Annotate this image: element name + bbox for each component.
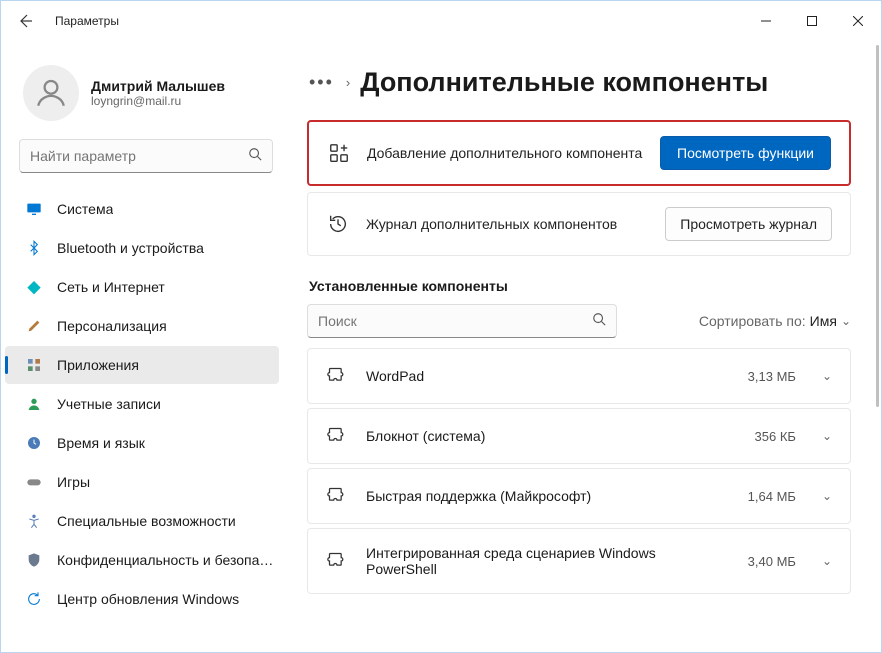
minimize-button[interactable] bbox=[743, 1, 789, 41]
main-pane: ••• › Дополнительные компоненты Добавлен… bbox=[291, 41, 881, 652]
display-icon bbox=[25, 200, 43, 218]
page-title: Дополнительные компоненты bbox=[360, 67, 768, 98]
titlebar: Параметры bbox=[1, 1, 881, 41]
feature-size: 3,40 МБ bbox=[748, 554, 796, 569]
feature-name: Быстрая поддержка (Майкрософт) bbox=[366, 488, 730, 504]
chevron-down-icon: ⌄ bbox=[822, 369, 832, 383]
nav-item-label: Приложения bbox=[57, 357, 139, 373]
view-history-button[interactable]: Просмотреть журнал bbox=[665, 207, 832, 241]
sort-dropdown[interactable]: Сортировать по: Имя ⌄ bbox=[699, 313, 851, 329]
breadcrumb-more[interactable]: ••• bbox=[307, 70, 336, 95]
installed-section-title: Установленные компоненты bbox=[309, 278, 851, 294]
feature-row[interactable]: Быстрая поддержка (Майкрософт) 1,64 МБ ⌄ bbox=[307, 468, 851, 524]
window-title: Параметры bbox=[55, 14, 119, 28]
feature-name: Интегрированная среда сценариев Windows … bbox=[366, 545, 730, 577]
add-feature-card: Добавление дополнительного компонента По… bbox=[307, 120, 851, 186]
nav-item-bluetooth[interactable]: Bluetooth и устройства bbox=[5, 229, 279, 267]
chevron-down-icon: ⌄ bbox=[822, 489, 832, 503]
nav-item-label: Специальные возможности bbox=[57, 513, 236, 529]
nav-item-gamepad[interactable]: Игры bbox=[5, 463, 279, 501]
nav-item-display[interactable]: Система bbox=[5, 190, 279, 228]
feature-size: 356 КБ bbox=[755, 429, 796, 444]
history-text: Журнал дополнительных компонентов bbox=[366, 215, 649, 234]
brush-icon bbox=[25, 317, 43, 335]
person-icon bbox=[25, 395, 43, 413]
nav-item-accessibility[interactable]: Специальные возможности bbox=[5, 502, 279, 540]
sidebar-search-input[interactable] bbox=[30, 148, 248, 164]
nav-list: Система Bluetooth и устройства Сеть и Инте… bbox=[1, 185, 291, 652]
nav-item-label: Bluetooth и устройства bbox=[57, 240, 204, 256]
sort-label: Сортировать по: bbox=[699, 313, 806, 329]
nav-item-label: Конфиденциальность и безопасность bbox=[57, 552, 279, 568]
update-icon bbox=[25, 590, 43, 608]
search-icon bbox=[592, 312, 606, 331]
nav-item-label: Персонализация bbox=[57, 318, 167, 334]
nav-item-wifi[interactable]: Сеть и Интернет bbox=[5, 268, 279, 306]
nav-item-update[interactable]: Центр обновления Windows bbox=[5, 580, 279, 618]
feature-size: 1,64 МБ bbox=[748, 489, 796, 504]
scrollbar-thumb[interactable] bbox=[876, 45, 879, 407]
feature-name: Блокнот (система) bbox=[366, 428, 737, 444]
nav-item-clock[interactable]: Время и язык bbox=[5, 424, 279, 462]
add-feature-text: Добавление дополнительного компонента bbox=[367, 144, 644, 163]
nav-item-label: Время и язык bbox=[57, 435, 145, 451]
nav-item-label: Центр обновления Windows bbox=[57, 591, 239, 607]
feature-row[interactable]: Блокнот (система) 356 КБ ⌄ bbox=[307, 408, 851, 464]
puzzle-icon bbox=[326, 425, 348, 447]
puzzle-icon bbox=[326, 485, 348, 507]
chevron-down-icon: ⌄ bbox=[841, 314, 851, 328]
feature-row[interactable]: WordPad 3,13 МБ ⌄ bbox=[307, 348, 851, 404]
nav-item-apps[interactable]: Приложения bbox=[5, 346, 279, 384]
chevron-down-icon: ⌄ bbox=[822, 429, 832, 443]
nav-item-label: Сеть и Интернет bbox=[57, 279, 165, 295]
feature-search[interactable] bbox=[307, 304, 617, 338]
apps-icon bbox=[25, 356, 43, 374]
chevron-down-icon: ⌄ bbox=[822, 554, 832, 568]
profile-name: Дмитрий Малышев bbox=[91, 78, 225, 94]
feature-row[interactable]: Интегрированная среда сценариев Windows … bbox=[307, 528, 851, 594]
bluetooth-icon bbox=[25, 239, 43, 257]
nav-item-label: Система bbox=[57, 201, 113, 217]
history-icon bbox=[326, 212, 350, 236]
accessibility-icon bbox=[25, 512, 43, 530]
sort-value: Имя bbox=[810, 313, 837, 329]
puzzle-icon bbox=[326, 365, 348, 387]
chevron-right-icon: › bbox=[346, 75, 350, 90]
profile-block[interactable]: Дмитрий Малышев loyngrin@mail.ru bbox=[1, 49, 291, 139]
back-button[interactable] bbox=[9, 5, 41, 37]
sidebar: Дмитрий Малышев loyngrin@mail.ru Система… bbox=[1, 41, 291, 652]
feature-size: 3,13 МБ bbox=[748, 369, 796, 384]
add-icon bbox=[327, 141, 351, 165]
profile-email: loyngrin@mail.ru bbox=[91, 94, 225, 108]
puzzle-icon bbox=[326, 550, 348, 572]
sidebar-search[interactable] bbox=[19, 139, 273, 173]
history-card: Журнал дополнительных компонентов Просмо… bbox=[307, 192, 851, 256]
search-icon bbox=[248, 147, 262, 166]
close-button[interactable] bbox=[835, 1, 881, 41]
feature-name: WordPad bbox=[366, 368, 730, 384]
nav-item-shield[interactable]: Конфиденциальность и безопасность bbox=[5, 541, 279, 579]
gamepad-icon bbox=[25, 473, 43, 491]
view-features-button[interactable]: Посмотреть функции bbox=[660, 136, 831, 170]
wifi-icon bbox=[25, 278, 43, 296]
shield-icon bbox=[25, 551, 43, 569]
nav-item-label: Игры bbox=[57, 474, 90, 490]
nav-item-label: Учетные записи bbox=[57, 396, 161, 412]
nav-item-person[interactable]: Учетные записи bbox=[5, 385, 279, 423]
avatar bbox=[23, 65, 79, 121]
scrollbar[interactable] bbox=[876, 45, 879, 648]
feature-search-input[interactable] bbox=[318, 313, 592, 329]
clock-icon bbox=[25, 434, 43, 452]
maximize-button[interactable] bbox=[789, 1, 835, 41]
nav-item-brush[interactable]: Персонализация bbox=[5, 307, 279, 345]
feature-list: WordPad3,13 МБ⌄Блокнот (система)356 КБ⌄Б… bbox=[307, 348, 851, 594]
